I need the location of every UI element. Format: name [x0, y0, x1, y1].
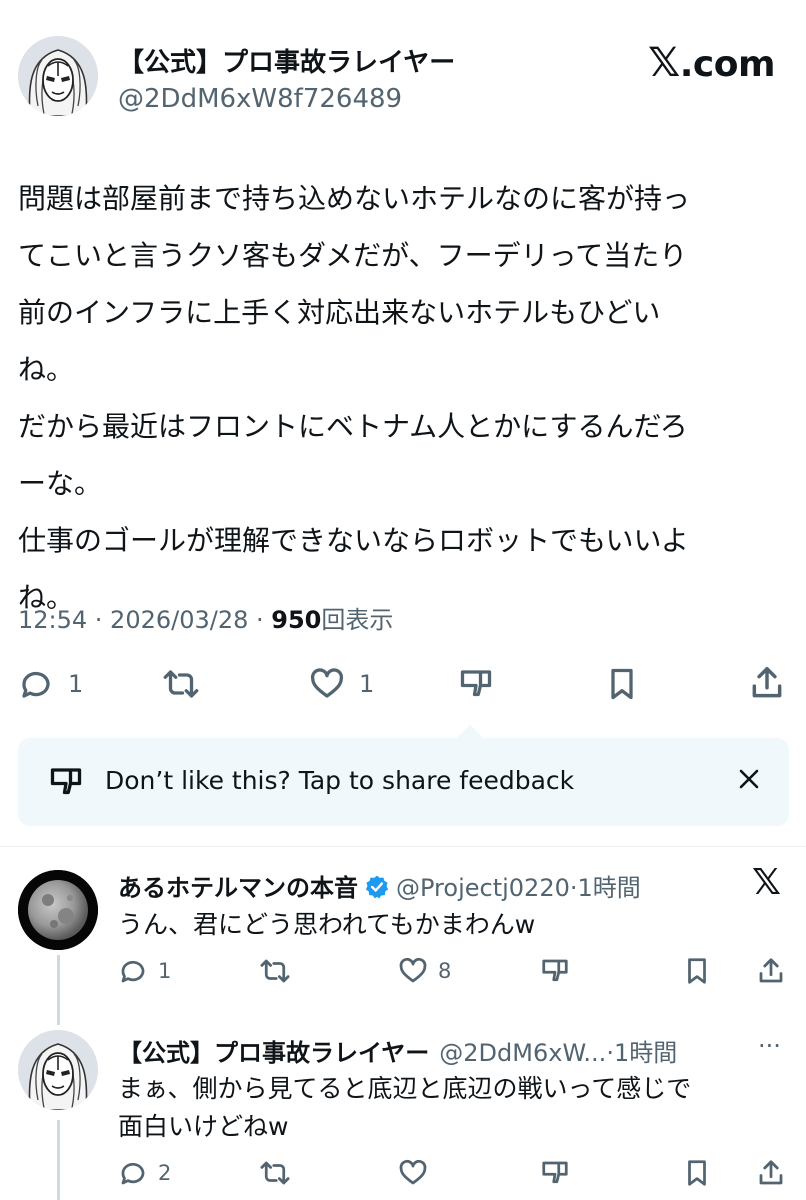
retweet-icon: [260, 1161, 290, 1185]
bookmark-icon: [688, 1160, 706, 1186]
dislike-icon: [542, 959, 568, 982]
like-icon: [399, 1159, 427, 1185]
reply-count: 1: [158, 959, 172, 983]
tweet-timestamp[interactable]: 12:54 · 2026/03/28 ·: [18, 606, 271, 634]
author-avatar[interactable]: [18, 36, 98, 116]
reply-avatar[interactable]: [18, 1030, 98, 1110]
feedback-text[interactable]: Don’t like this? Tap to share feedback: [105, 766, 574, 795]
dislike-button[interactable]: [458, 666, 494, 702]
reply-actions: 1 8: [0, 956, 806, 990]
reply-avatar[interactable]: [18, 870, 98, 950]
reply-author-name[interactable]: 【公式】プロ事故ラレイヤー: [118, 1039, 429, 1067]
share-button[interactable]: [756, 956, 786, 986]
tweet-meta: 12:54 · 2026/03/28 · 950回表示: [18, 600, 393, 635]
bookmark-button[interactable]: [604, 666, 640, 702]
more-options-icon[interactable]: ···: [758, 1032, 781, 1060]
bookmark-icon: [611, 668, 633, 700]
like-icon: [310, 668, 344, 698]
like-count: 8: [438, 959, 452, 983]
retweet-button[interactable]: [258, 1158, 292, 1188]
reply-text: うん、君にどう思われてもかまわんw: [118, 910, 536, 939]
dislike-button[interactable]: [540, 956, 570, 986]
reply-button[interactable]: 2: [118, 1158, 171, 1188]
view-count: 950: [271, 606, 322, 634]
reply-button[interactable]: 1: [118, 956, 171, 986]
reply-handle[interactable]: @2DdM6xW...: [439, 1039, 606, 1067]
dislike-icon: [50, 768, 82, 795]
tweet-actions: 1 1: [0, 662, 806, 708]
verified-badge-icon: [365, 875, 389, 899]
retweet-button[interactable]: [161, 666, 201, 702]
reply-actions: 2: [0, 1158, 806, 1192]
bookmark-button[interactable]: [682, 956, 712, 986]
feedback-card[interactable]: Don’t like this? Tap to share feedback: [18, 738, 789, 826]
divider: [0, 846, 806, 847]
x-logo-icon: 𝕏: [648, 40, 680, 86]
bookmark-button[interactable]: [682, 1158, 712, 1188]
brand-domain: .com: [679, 44, 776, 85]
masked-wrestler-avatar-icon: [18, 36, 98, 116]
like-button[interactable]: 1: [309, 666, 374, 702]
reply-handle[interactable]: @Projectj0220: [396, 874, 570, 902]
moon-avatar-icon: [18, 870, 98, 950]
reply-icon: [121, 960, 145, 983]
retweet-icon: [163, 670, 199, 698]
dislike-icon: [542, 1161, 568, 1184]
reply-time[interactable]: ·1時間: [606, 1039, 677, 1067]
bookmark-icon: [688, 958, 706, 984]
author-handle[interactable]: @2DdM6xW8f726489: [118, 84, 402, 114]
reply-text: まぁ、側から見てると底辺と底辺の戦いって感じで 面白いけどねw: [118, 1074, 692, 1141]
share-button[interactable]: [748, 664, 786, 702]
share-icon: [759, 958, 783, 983]
reply-button[interactable]: 1: [18, 666, 83, 702]
reply-count: 1: [68, 670, 84, 698]
retweet-button[interactable]: [258, 956, 292, 986]
dislike-button[interactable]: [540, 1158, 570, 1188]
share-icon: [759, 1160, 783, 1185]
x-com-brand: 𝕏.com: [648, 40, 776, 86]
reply-icon: [121, 1162, 145, 1185]
reply-header: あるホテルマンの本音 @Projectj0220·1時間: [118, 868, 641, 903]
share-button[interactable]: [756, 1158, 786, 1188]
close-icon[interactable]: [738, 768, 760, 790]
reply-author-name[interactable]: あるホテルマンの本音: [118, 874, 358, 902]
author-name[interactable]: 【公式】プロ事故ラレイヤー: [118, 42, 455, 79]
view-label: 回表示: [321, 606, 394, 634]
masked-wrestler-avatar-icon: [18, 1030, 98, 1110]
reply-count: 2: [158, 1161, 172, 1185]
dislike-icon: [460, 670, 492, 697]
reply-time[interactable]: ·1時間: [570, 874, 641, 902]
like-button[interactable]: [398, 1158, 428, 1188]
x-logo-icon: 𝕏: [752, 862, 782, 903]
retweet-icon: [260, 959, 290, 983]
reply-header: 【公式】プロ事故ラレイヤー @2DdM6xW...·1時間: [118, 1033, 677, 1068]
reply-icon: [22, 671, 50, 698]
share-icon: [752, 667, 782, 698]
like-icon: [399, 957, 427, 983]
like-count: 1: [359, 670, 375, 698]
like-button[interactable]: 8: [398, 956, 451, 986]
tweet-text: 問題は部屋前まで持ち込めないホテルなのに客が持っ てこいと言うクソ客もダメだが、…: [18, 182, 691, 614]
